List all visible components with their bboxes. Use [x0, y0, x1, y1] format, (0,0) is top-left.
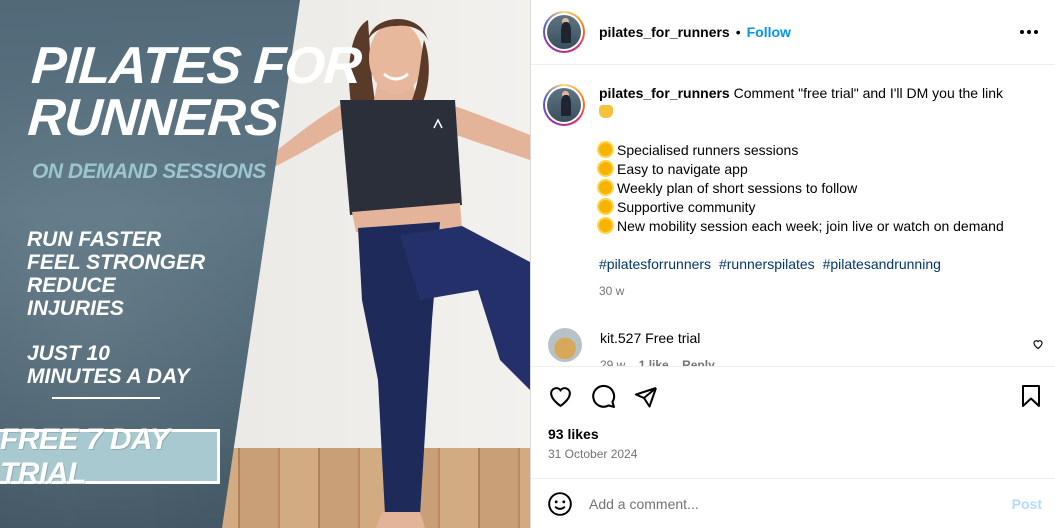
- comment-text: Free trial: [645, 330, 701, 346]
- heart-icon[interactable]: [547, 384, 573, 410]
- post-header: pilates_for_runners • Follow: [531, 0, 1055, 65]
- commenter-avatar[interactable]: [548, 328, 582, 362]
- promo-time: JUST 10 MINUTES A DAY: [27, 342, 190, 388]
- post-date: 31 October 2024: [548, 447, 638, 461]
- post-image[interactable]: PILATES FOR RUNNERS ON DEMAND SESSIONS R…: [0, 0, 530, 528]
- share-icon[interactable]: [633, 384, 659, 410]
- author-avatar[interactable]: [543, 11, 585, 53]
- caption-bullet: Easy to navigate app: [599, 160, 1039, 179]
- divider: [52, 397, 160, 399]
- emoji-icon[interactable]: [547, 491, 573, 517]
- caption-username[interactable]: pilates_for_runners: [599, 85, 730, 101]
- caption-age[interactable]: 30 w: [599, 282, 1039, 301]
- comment-item: kit.527 Free trial: [548, 328, 1048, 362]
- add-comment-bar: Post: [531, 478, 1055, 528]
- action-bar: [531, 366, 1055, 426]
- caption-bullet: Supportive community: [599, 198, 1039, 217]
- caption: pilates_for_runners Comment "free trial"…: [543, 84, 1039, 301]
- caption-bullet: Specialised runners sessions: [599, 141, 1039, 160]
- sun-icon: [599, 200, 612, 213]
- hashtag-link[interactable]: #pilatesandrunning: [823, 256, 941, 272]
- sun-icon: [599, 219, 612, 232]
- sun-icon: [599, 162, 612, 175]
- hashtags: #pilatesforrunners #runnerspilates #pila…: [599, 255, 1039, 274]
- post-button[interactable]: Post: [1012, 496, 1042, 512]
- comment-like-heart-icon[interactable]: [1032, 338, 1044, 350]
- comment-icon[interactable]: [590, 384, 616, 410]
- promo-benefits: RUN FASTER FEEL STRONGER REDUCE INJURIES: [27, 228, 206, 320]
- comments-scroll[interactable]: pilates_for_runners Comment "free trial"…: [531, 66, 1055, 366]
- promo-subtitle: ON DEMAND SESSIONS: [32, 160, 266, 183]
- follow-button[interactable]: Follow: [747, 24, 791, 40]
- hashtag-link[interactable]: #runnerspilates: [719, 256, 815, 272]
- likes-count[interactable]: 93 likes: [548, 426, 599, 442]
- caption-avatar[interactable]: [543, 84, 585, 126]
- trial-badge: FREE 7 DAY TRIAL: [0, 423, 220, 490]
- commenter-username[interactable]: kit.527: [600, 330, 641, 346]
- bookmark-icon[interactable]: [1020, 384, 1042, 413]
- sun-icon: [599, 181, 612, 194]
- add-comment-input[interactable]: [589, 495, 989, 512]
- comment-meta: 29 w 1 like Reply: [600, 358, 715, 366]
- caption-bullet: Weekly plan of short sessions to follow: [599, 179, 1039, 198]
- promo-title: PILATES FOR RUNNERS: [26, 37, 363, 147]
- raised-hands-icon: [599, 105, 613, 118]
- caption-bullet: New mobility session each week; join liv…: [599, 217, 1039, 236]
- caption-intro: Comment "free trial" and I'll DM you the…: [733, 85, 1003, 101]
- more-horizontal-icon[interactable]: [1020, 22, 1038, 42]
- post-sidebar: pilates_for_runners • Follow pilates_for…: [530, 0, 1055, 528]
- sun-icon: [599, 143, 612, 156]
- author-username[interactable]: pilates_for_runners: [599, 24, 730, 40]
- separator-dot: •: [735, 24, 741, 40]
- hashtag-link[interactable]: #pilatesforrunners: [599, 256, 711, 272]
